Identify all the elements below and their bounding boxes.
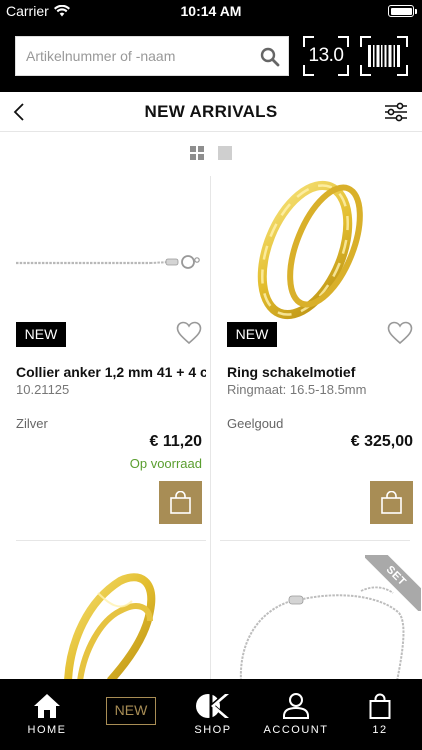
- new-badge: NEW: [227, 322, 277, 347]
- product-name: Ring schakelmotief: [227, 364, 356, 380]
- search-input[interactable]: [16, 37, 256, 75]
- product-card[interactable]: NEW Collier anker 1,2 mm 41 + 4 cm 10.21…: [0, 176, 210, 540]
- grid-view-icon[interactable]: [190, 146, 204, 160]
- set-ribbon-label: SET: [365, 555, 421, 611]
- tab-account[interactable]: ACCOUNT: [254, 679, 338, 750]
- battery-icon: [388, 5, 417, 17]
- home-icon: [34, 694, 60, 718]
- scan-counter-button[interactable]: 13.0: [303, 36, 349, 76]
- search-header: 13.0: [0, 22, 422, 92]
- add-to-cart-button[interactable]: [159, 481, 202, 524]
- tab-home[interactable]: HOME: [5, 679, 89, 750]
- add-to-cart-button[interactable]: [370, 481, 413, 524]
- product-name: Collier anker 1,2 mm 41 + 4 cm: [16, 364, 206, 380]
- clock: 10:14 AM: [180, 3, 242, 19]
- heart-icon[interactable]: [176, 321, 202, 345]
- set-ribbon: SET: [365, 555, 421, 611]
- product-price: € 325,00: [350, 433, 413, 450]
- page-title: NEW ARRIVALS: [144, 102, 278, 121]
- shopping-bag-icon: [369, 693, 391, 719]
- stock-status: Op voorraad: [129, 456, 202, 471]
- search-icon[interactable]: [260, 47, 280, 67]
- account-icon: [283, 693, 309, 719]
- tab-shop-label: SHOP: [194, 724, 232, 736]
- shopping-bag-icon: [170, 491, 191, 514]
- shop-logo-icon: [196, 693, 229, 719]
- gold-ring-image: [257, 180, 363, 320]
- silver-necklace-image: [16, 255, 200, 269]
- tab-shop[interactable]: SHOP: [171, 679, 255, 750]
- new-badge: NEW: [16, 322, 66, 347]
- scan-counter: 13.0: [308, 45, 344, 66]
- barcode-scan-button[interactable]: [360, 36, 408, 76]
- shopping-bag-icon: [381, 491, 402, 514]
- single-view-icon[interactable]: [218, 146, 232, 160]
- product-grid: NEW Collier anker 1,2 mm 41 + 4 cm 10.21…: [0, 176, 422, 679]
- status-bar: Carrier 10:14 AM: [0, 0, 422, 22]
- tab-home-label: HOME: [27, 724, 67, 736]
- heart-icon[interactable]: [387, 321, 413, 345]
- view-toggle: [0, 146, 422, 162]
- barcode-icon: [368, 45, 400, 67]
- product-size: Ringmaat: 16.5-18.5mm: [227, 382, 367, 397]
- product-material: Zilver: [16, 416, 48, 431]
- product-number: 10.21125: [16, 382, 70, 397]
- tab-bar: HOME NEW SHOP ACCOUNT 12: [0, 679, 422, 750]
- tab-account-label: ACCOUNT: [263, 724, 329, 736]
- product-card[interactable]: NEW Ring schakelmotief Ringmaat: 16.5-18…: [211, 176, 421, 540]
- filter-sliders-icon[interactable]: [384, 101, 408, 123]
- product-price: € 11,20: [149, 433, 203, 450]
- product-card[interactable]: SET: [211, 541, 421, 679]
- tab-cart[interactable]: 12: [338, 679, 422, 750]
- cart-count: 12: [372, 724, 388, 736]
- gold-twist-ring-image: [64, 573, 156, 679]
- product-material: Geelgoud: [227, 416, 284, 431]
- search-box[interactable]: [15, 36, 289, 76]
- product-card[interactable]: [0, 541, 210, 679]
- navigation-bar: NEW ARRIVALS: [0, 92, 422, 132]
- tab-new[interactable]: NEW: [106, 697, 156, 725]
